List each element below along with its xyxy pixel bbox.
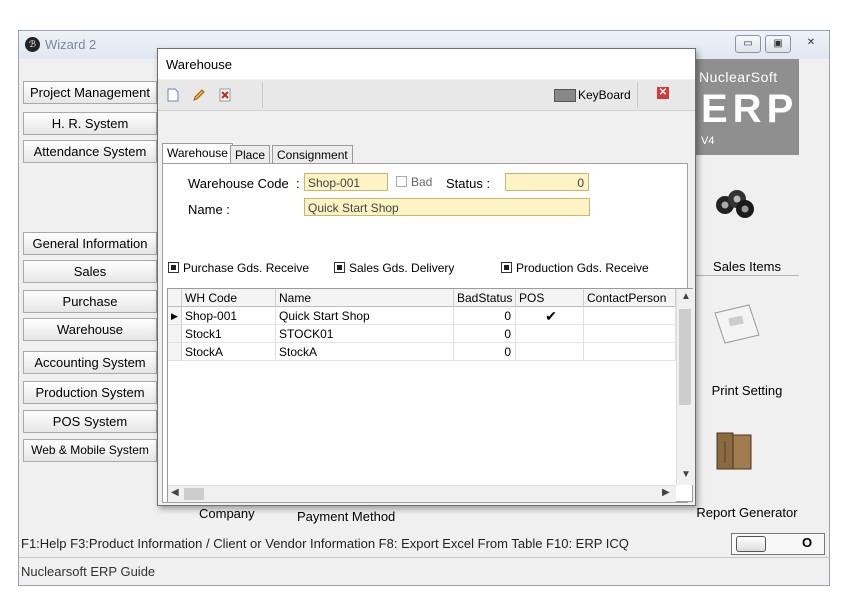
toggle-state-text: O — [802, 535, 813, 550]
production-receive-label: Production Gds. Receive — [516, 261, 649, 275]
table-cell[interactable] — [516, 343, 584, 361]
horizontal-scrollbar[interactable]: ◀ ▶ — [168, 485, 676, 502]
table-cell[interactable] — [516, 325, 584, 343]
menu-project-management[interactable]: Project Management — [23, 81, 157, 104]
divider — [19, 557, 829, 558]
dialog-close-icon[interactable]: ✕ — [657, 87, 669, 99]
maximize-button[interactable]: ▣ — [765, 35, 791, 53]
tab-panel: Warehouse Code : Shop-001 Bad Status : 0… — [162, 163, 693, 503]
menu-purchase[interactable]: Purchase — [23, 290, 157, 313]
table-cell[interactable] — [584, 307, 676, 325]
row-selector[interactable] — [168, 343, 182, 361]
divider — [695, 275, 799, 276]
warehouse-dialog: Warehouse KeyBoard ✕ Warehouse Place Con… — [157, 48, 696, 506]
new-document-icon[interactable] — [166, 88, 180, 102]
table-cell[interactable]: Quick Start Shop — [276, 307, 454, 325]
menu-web-mobile-system[interactable]: Web & Mobile System — [23, 439, 157, 462]
toolbar-separator — [262, 82, 263, 108]
function-key-help: F1:Help F3:Product Information / Client … — [21, 536, 629, 551]
warehouse-code-input[interactable]: Shop-001 — [304, 173, 388, 191]
scroll-right-icon[interactable]: ▶ — [662, 487, 670, 498]
menu-production-system[interactable]: Production System — [23, 381, 157, 404]
warehouse-grid: WH Code Name BadStatus POS ContactPerson… — [167, 288, 693, 502]
report-generator-icon[interactable] — [713, 427, 757, 475]
delete-icon[interactable] — [218, 88, 232, 102]
menu-sales[interactable]: Sales — [23, 260, 157, 283]
table-cell[interactable]: 0 — [454, 325, 516, 343]
menu-general-information[interactable]: General Information — [23, 232, 157, 255]
table-cell[interactable] — [584, 325, 676, 343]
menu-warehouse[interactable]: Warehouse — [23, 318, 157, 341]
bad-checkbox[interactable] — [396, 176, 407, 187]
purchase-receive-checkbox[interactable] — [168, 262, 179, 273]
menu-accounting-system[interactable]: Accounting System — [23, 351, 157, 374]
horizontal-scroll-thumb[interactable] — [184, 488, 204, 500]
minimize-button[interactable]: ▭ — [735, 35, 761, 53]
dialog-toolbar: KeyBoard ✕ — [158, 80, 695, 111]
row-selector[interactable] — [168, 325, 182, 343]
row-selector[interactable]: ▶ — [168, 307, 182, 325]
brand-version: V4 — [701, 135, 715, 147]
table-cell[interactable]: 0 — [454, 307, 516, 325]
vertical-scroll-thumb[interactable] — [679, 309, 691, 405]
column-header-pos[interactable]: POS — [516, 289, 584, 307]
sales-delivery-checkbox[interactable] — [334, 262, 345, 273]
tab-consignment[interactable]: Consignment — [272, 145, 353, 164]
table-cell[interactable] — [584, 343, 676, 361]
dialog-title: Warehouse — [166, 57, 232, 72]
column-header-contact-person[interactable]: ContactPerson — [584, 289, 676, 307]
brand-name: NuclearSoft — [699, 69, 778, 85]
scroll-left-icon[interactable]: ◀ — [171, 487, 179, 498]
scroll-up-icon[interactable]: ▲ — [681, 291, 691, 302]
tab-place[interactable]: Place — [230, 145, 271, 164]
warehouse-code-colon: : — [296, 176, 300, 191]
close-window-button[interactable]: ✕ — [799, 35, 823, 51]
column-header-wh-code[interactable]: WH Code — [182, 289, 276, 307]
edit-pencil-icon[interactable] — [192, 88, 206, 102]
app-logo-icon: ℬ — [25, 37, 40, 52]
menu-hr-system[interactable]: H. R. System — [23, 112, 157, 135]
production-receive-checkbox[interactable] — [501, 262, 512, 273]
name-input[interactable]: Quick Start Shop — [304, 198, 590, 216]
grid-corner — [168, 289, 182, 307]
toolbar-separator — [637, 82, 638, 108]
erp-banner: NuclearSoft ERP V4 — [695, 59, 799, 155]
bad-label: Bad — [411, 175, 433, 189]
icq-toggle[interactable]: O — [731, 533, 825, 555]
column-header-bad-status[interactable]: BadStatus — [454, 289, 516, 307]
status-label: Status : — [446, 176, 491, 191]
menu-attendance-system[interactable]: Attendance System — [23, 140, 157, 163]
sales-items-label[interactable]: Sales Items — [695, 259, 799, 274]
table-cell[interactable]: Stock1 — [182, 325, 276, 343]
menu-pos-system[interactable]: POS System — [23, 410, 157, 433]
table-cell[interactable]: STOCK01 — [276, 325, 454, 343]
sales-delivery-label: Sales Gds. Delivery — [349, 261, 455, 275]
print-setting-label[interactable]: Print Setting — [695, 383, 799, 398]
report-generator-label[interactable]: Report Generator — [695, 505, 799, 520]
column-header-name[interactable]: Name — [276, 289, 454, 307]
table-cell[interactable]: 0 — [454, 343, 516, 361]
table-cell[interactable]: StockA — [276, 343, 454, 361]
tab-warehouse[interactable]: Warehouse — [162, 143, 233, 164]
purchase-receive-label: Purchase Gds. Receive — [183, 261, 310, 275]
sales-items-icon[interactable] — [711, 181, 761, 221]
scroll-down-icon[interactable]: ▼ — [681, 469, 691, 480]
table-cell[interactable]: Shop-001 — [182, 307, 276, 325]
name-label: Name : — [188, 202, 230, 217]
company-label[interactable]: Company — [199, 506, 255, 521]
window-title: Wizard 2 — [45, 37, 97, 52]
brand-product: ERP — [701, 87, 799, 131]
keyboard-button[interactable]: KeyBoard — [578, 88, 631, 102]
payment-method-label[interactable]: Payment Method — [297, 509, 395, 524]
table-cell[interactable]: StockA — [182, 343, 276, 361]
dialog-titlebar: Warehouse — [158, 49, 695, 79]
keyboard-icon[interactable] — [554, 89, 576, 102]
guide-text: Nuclearsoft ERP Guide — [21, 564, 156, 579]
warehouse-code-label: Warehouse Code — [188, 176, 289, 191]
vertical-scrollbar[interactable]: ▲ ▼ — [676, 289, 693, 485]
pos-check-icon[interactable]: ✔ — [516, 307, 584, 325]
toggle-knob[interactable] — [736, 536, 766, 552]
print-setting-icon[interactable] — [709, 299, 765, 349]
status-input[interactable]: 0 — [505, 173, 589, 191]
